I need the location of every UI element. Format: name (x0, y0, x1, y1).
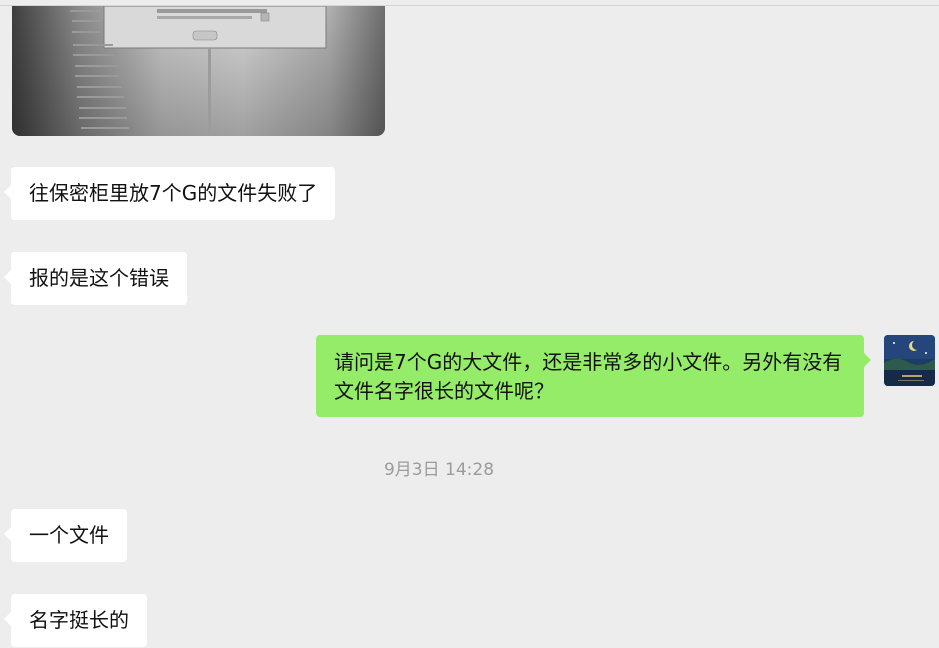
user-avatar[interactable] (884, 335, 935, 386)
message-sent-1[interactable]: 请问是7个G的大文件，还是非常多的小文件。另外有没有文件名字很长的文件呢？ (316, 335, 871, 417)
message-received-1[interactable]: 往保密柜里放7个G的文件失败了 (3, 167, 336, 220)
message-text: 报的是这个错误 (29, 266, 169, 290)
chat-timestamp: 9月3日 14:28 (383, 460, 495, 480)
message-text: 一个文件 (29, 523, 109, 547)
night-landscape-avatar-icon (884, 335, 935, 386)
message-received-3[interactable]: 一个文件 (4, 509, 127, 562)
message-received-2[interactable]: 报的是这个错误 (4, 252, 187, 305)
photo-icon (12, 6, 385, 136)
message-text: 往保密柜里放7个G的文件失败了 (29, 181, 318, 205)
message-text: 名字挺长的 (29, 608, 129, 632)
error-screenshot-image[interactable] (12, 6, 385, 136)
message-received-4[interactable]: 名字挺长的 (4, 594, 147, 647)
message-text: 请问是7个G的大文件，还是非常多的小文件。另外有没有文件名字很长的文件呢？ (334, 350, 843, 403)
